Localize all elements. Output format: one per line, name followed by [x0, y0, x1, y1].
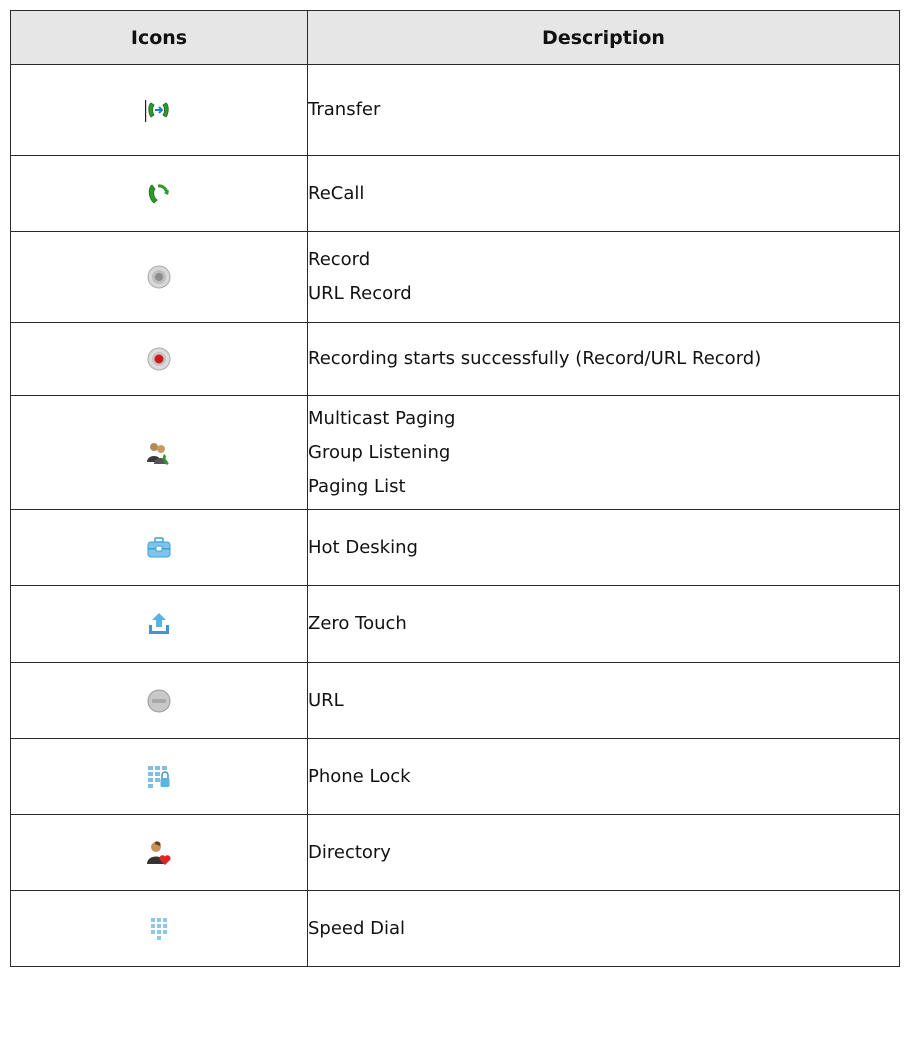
hot-desking-icon	[144, 533, 174, 563]
transfer-icon	[144, 95, 174, 125]
phone-lock-icon	[144, 762, 174, 792]
icon-cell	[10, 662, 308, 739]
table-row: Hot Desking	[10, 509, 900, 586]
description-cell: Recording starts successfully (Record/UR…	[307, 322, 900, 396]
description-text: ReCall	[308, 182, 365, 204]
recording-active-icon	[144, 344, 174, 374]
table-row: ReCall	[10, 155, 900, 232]
icon-cell	[10, 585, 308, 663]
description-cell: Speed Dial	[307, 890, 900, 967]
table-row: Record URL Record	[10, 231, 900, 323]
table-row: Recording starts successfully (Record/UR…	[10, 322, 900, 396]
description-text: Record	[308, 249, 371, 270]
table-row: Multicast Paging Group Listening Paging …	[10, 395, 900, 510]
table-row: Speed Dial	[10, 890, 900, 967]
description-text: Directory	[308, 841, 391, 863]
icon-cell	[10, 890, 308, 967]
icon-cell	[10, 322, 308, 396]
description-text: Multicast Paging	[308, 407, 456, 429]
description-text: Hot Desking	[308, 536, 418, 558]
description-text: Paging List	[308, 475, 406, 497]
multicast-paging-icon	[144, 438, 174, 468]
description-cell: Directory	[307, 814, 900, 891]
description-cell: URL	[307, 662, 900, 739]
description-cell: Multicast Paging Group Listening Paging …	[307, 395, 900, 510]
icon-cell	[10, 395, 308, 510]
description-cell: ReCall	[307, 155, 900, 232]
description-text: Recording starts successfully (Record/UR…	[308, 348, 762, 369]
description-text: Group Listening	[308, 441, 451, 463]
icon-description-table: Icons Description Transfer ReCall Record…	[10, 10, 900, 967]
description-text: Speed Dial	[308, 917, 406, 939]
table-row: Phone Lock	[10, 738, 900, 815]
url-icon	[144, 686, 174, 716]
description-text: Zero Touch	[308, 613, 407, 634]
description-cell: Record URL Record	[307, 231, 900, 323]
directory-icon	[144, 838, 174, 868]
icon-cell	[10, 509, 308, 586]
description-cell: Zero Touch	[307, 585, 900, 663]
table-header-row: Icons Description	[10, 10, 900, 65]
record-icon	[144, 262, 174, 292]
table-row: Directory	[10, 814, 900, 891]
icon-cell	[10, 231, 308, 323]
description-text: URL Record	[308, 283, 412, 304]
table-row: URL	[10, 662, 900, 739]
icons-column-header: Icons	[10, 10, 308, 65]
icon-cell	[10, 814, 308, 891]
recall-icon	[144, 179, 174, 209]
speed-dial-icon	[144, 914, 174, 944]
table-row: Zero Touch	[10, 585, 900, 663]
icon-cell	[10, 738, 308, 815]
zero-touch-icon	[144, 609, 174, 639]
description-text: Phone Lock	[308, 765, 411, 787]
icon-cell	[10, 64, 308, 156]
description-cell: Transfer	[307, 64, 900, 156]
description-text: Transfer	[308, 99, 381, 120]
description-column-header: Description	[307, 10, 900, 65]
icon-cell	[10, 155, 308, 232]
table-row: Transfer	[10, 64, 900, 156]
description-cell: Hot Desking	[307, 509, 900, 586]
description-cell: Phone Lock	[307, 738, 900, 815]
description-text: URL	[308, 689, 344, 711]
